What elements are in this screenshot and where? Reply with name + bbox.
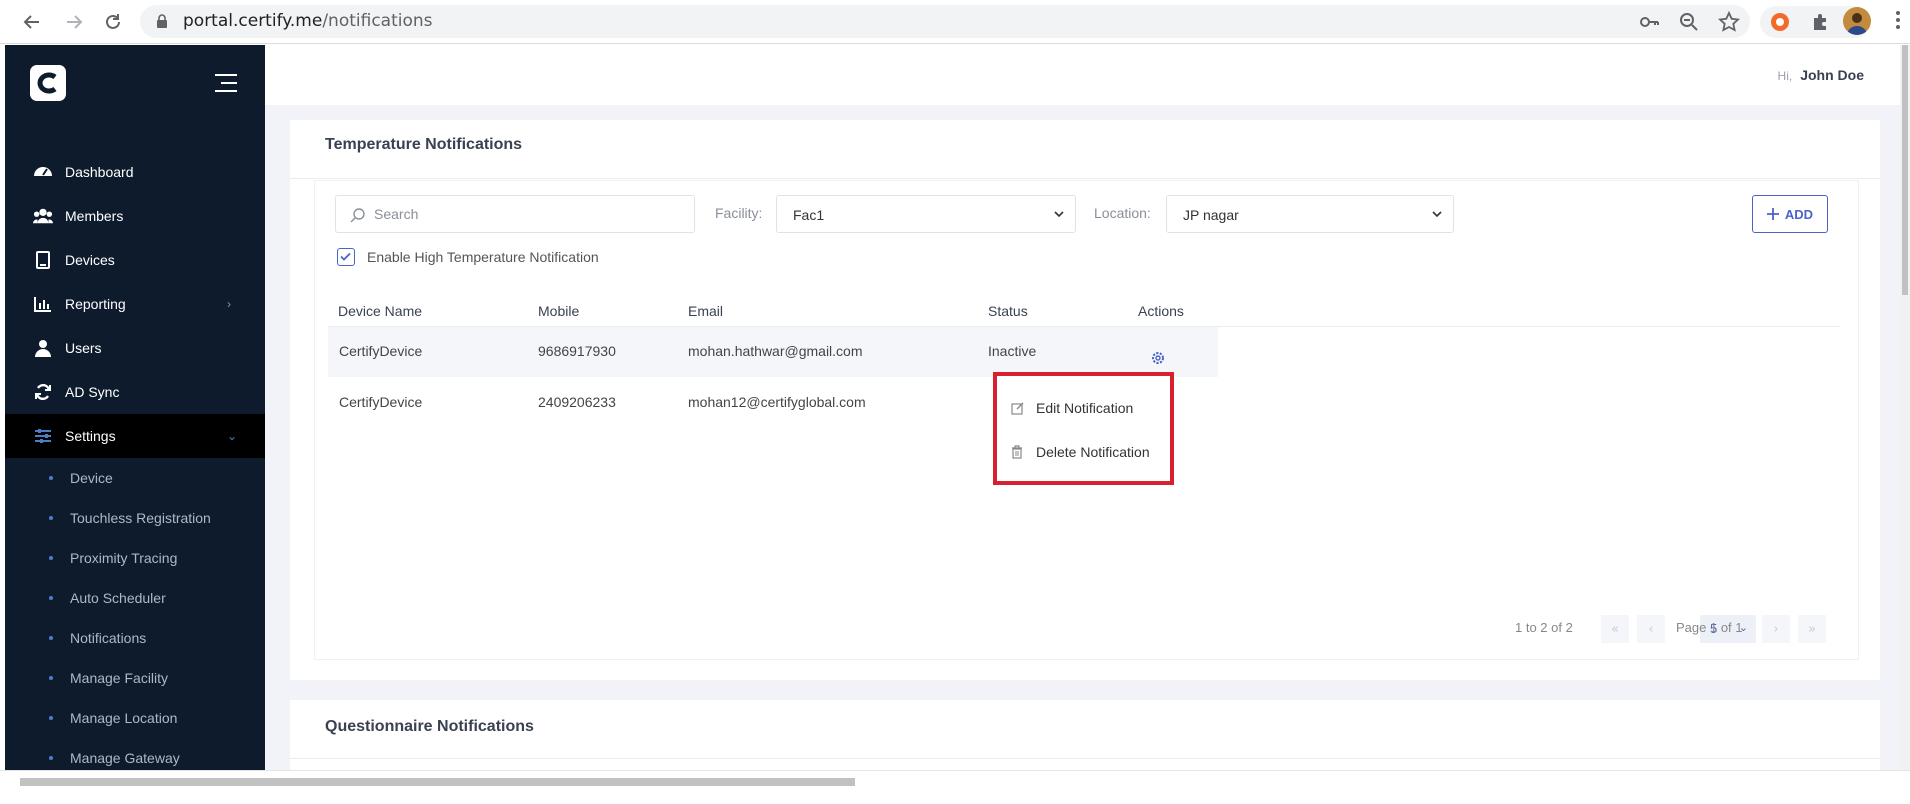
sync-icon: [33, 382, 53, 402]
card-title: Questionnaire Notifications: [325, 718, 534, 735]
sidebar-sub-item[interactable]: Device: [5, 458, 265, 498]
address-bar[interactable]: portal.certify.me/notifications: [140, 5, 1750, 38]
column-header: Mobile: [538, 303, 580, 319]
star-icon[interactable]: [1718, 11, 1740, 33]
key-icon[interactable]: [1638, 11, 1660, 33]
sidebar-sub-item[interactable]: Auto Scheduler: [5, 578, 265, 618]
sidebar-item-settings[interactable]: Settings ⌄: [5, 414, 265, 458]
column-header: Actions: [1138, 303, 1184, 319]
extension-icon[interactable]: [1770, 12, 1790, 32]
sidebar-item-dashboard[interactable]: Dashboard: [5, 150, 265, 194]
questionnaire-notifications-card: Questionnaire Notifications: [290, 700, 1880, 770]
sidebar-item-users[interactable]: Users: [5, 326, 265, 370]
high-temp-checkbox-label: Enable High Temperature Notification: [367, 249, 599, 265]
card-title: Temperature Notifications: [325, 136, 523, 153]
top-bar: Hi, John Doe: [265, 45, 1900, 105]
search-box[interactable]: [335, 195, 695, 233]
pager-page: Page 1 of 1: [1676, 620, 1743, 635]
members-icon: [33, 206, 53, 226]
column-header: Email: [688, 303, 724, 319]
browser-toolbar: portal.certify.me/notifications: [0, 0, 1910, 44]
search-icon: [350, 208, 365, 223]
chart-icon: [33, 294, 53, 314]
facility-label: Facility:: [715, 205, 763, 221]
trash-icon: [1012, 445, 1022, 459]
column-header: Status: [988, 303, 1028, 319]
profile-avatar[interactable]: [1843, 7, 1871, 35]
location-select[interactable]: JP nagar: [1166, 195, 1454, 233]
facility-select[interactable]: Fac1: [776, 195, 1076, 233]
sidebar-sub-item[interactable]: Manage Facility: [5, 658, 265, 698]
next-page-icon[interactable]: ›: [1762, 615, 1790, 643]
forward-icon[interactable]: [60, 8, 88, 36]
edit-notification-item[interactable]: Edit Notification: [997, 390, 1170, 426]
sidebar-item-ad-sync[interactable]: AD Sync: [5, 370, 265, 414]
gear-icon[interactable]: [1150, 350, 1166, 366]
sidebar-item-reporting[interactable]: Reporting ›: [5, 282, 265, 326]
more-vert-icon[interactable]: [1896, 10, 1900, 30]
sidebar-item-members[interactable]: Members: [5, 194, 265, 238]
high-temp-checkbox[interactable]: [337, 248, 355, 266]
sidebar-sub-item-notifications[interactable]: Notifications: [5, 618, 265, 658]
sidebar-sub-item[interactable]: Touchless Registration: [5, 498, 265, 538]
certify-logo[interactable]: [30, 65, 66, 101]
puzzle-icon[interactable]: [1810, 12, 1830, 32]
reload-icon[interactable]: [99, 8, 127, 36]
plus-icon: [1766, 208, 1779, 220]
sidebar: Dashboard Members Devices Reporting › Us…: [5, 45, 265, 770]
prev-page-icon[interactable]: ‹: [1637, 615, 1665, 643]
url-text: portal.certify.me/notifications: [183, 11, 433, 31]
edit-icon: [1011, 402, 1024, 415]
location-label: Location:: [1094, 205, 1151, 221]
search-input[interactable]: [374, 204, 674, 224]
tablet-icon: [33, 250, 53, 270]
chevron-down-icon: [1432, 211, 1442, 218]
menu-toggle-icon[interactable]: [213, 73, 239, 93]
horizontal-scrollbar[interactable]: [0, 770, 1910, 804]
sidebar-sub-item[interactable]: Manage Location: [5, 698, 265, 738]
actions-menu: Edit Notification Delete Notification: [993, 372, 1174, 485]
chevron-down-icon: [1054, 211, 1064, 218]
user-icon: [33, 338, 53, 358]
chevron-down-icon: ⌄: [227, 429, 238, 443]
first-page-icon[interactable]: «: [1601, 615, 1629, 643]
dashboard-icon: [33, 162, 53, 182]
sidebar-item-devices[interactable]: Devices: [5, 238, 265, 282]
table-row: CertifyDevice 9686917930 mohan.hathwar@g…: [328, 327, 1218, 377]
column-header: Device Name: [338, 303, 423, 319]
check-icon: [340, 252, 351, 261]
user-greeting[interactable]: Hi, John Doe: [1778, 67, 1864, 83]
sliders-icon: [33, 426, 53, 446]
back-icon[interactable]: [18, 8, 46, 36]
sidebar-sub-item[interactable]: Proximity Tracing: [5, 538, 265, 578]
chevron-right-icon: ›: [227, 297, 231, 311]
add-button[interactable]: ADD: [1752, 195, 1828, 233]
vertical-scrollbar[interactable]: [1900, 45, 1910, 770]
last-page-icon[interactable]: »: [1798, 615, 1826, 643]
lock-icon: [157, 14, 167, 28]
pager-range: 1 to 2 of 2: [1515, 620, 1573, 635]
zoom-out-icon[interactable]: [1678, 11, 1700, 33]
delete-notification-item[interactable]: Delete Notification: [997, 434, 1170, 470]
